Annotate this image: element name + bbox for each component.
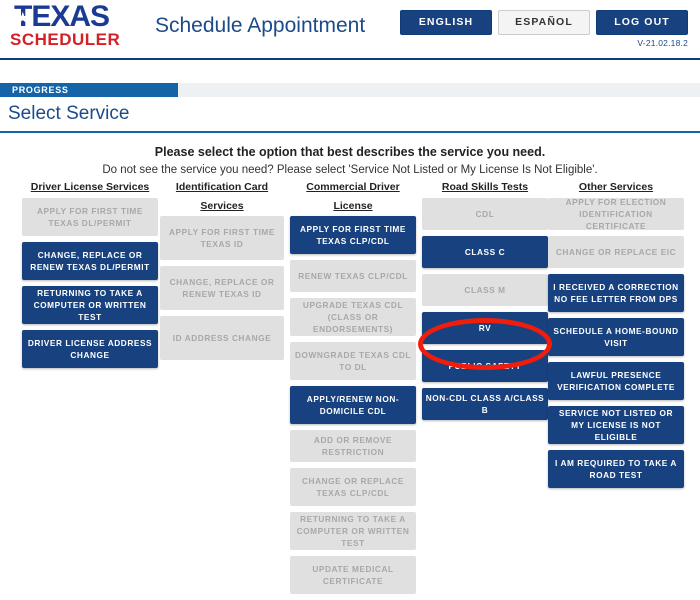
service-button[interactable]: SCHEDULE A HOME-BOUND VISIT	[548, 318, 684, 356]
logo-texas-text: ★ TEXAS	[8, 0, 148, 33]
service-button: CLASS M	[422, 274, 548, 306]
progress-label: PROGRESS	[12, 85, 69, 95]
service-column-commercial-driver-license-services: Commercial Driver LicenseServicesAPPLY F…	[290, 178, 416, 594]
service-button[interactable]: CHANGE, REPLACE OR RENEW TEXAS DL/PERMIT	[22, 242, 158, 280]
service-button[interactable]: PUBLIC SAFETY	[422, 350, 548, 382]
logo-scheduler-label: SCHEDULER	[10, 30, 121, 49]
service-column-other-services: Other Services APPLY FOR ELECTION IDENTIF…	[548, 178, 684, 488]
service-button[interactable]: DRIVER LICENSE ADDRESS CHANGE	[22, 330, 158, 368]
service-button-stack: CDL CLASS C CLASS M RV PUBLIC SAFETY NON-CDL …	[422, 198, 548, 426]
service-button[interactable]: NON-CDL CLASS A/CLASS B	[422, 388, 548, 420]
service-column-road-skills-tests: Road Skills Tests CDL CLASS C CLASS M RV PUBL…	[422, 178, 548, 420]
service-button: CHANGE OR REPLACE TEXAS CLP/CDL	[290, 468, 416, 506]
service-button: UPGRADE TEXAS CDL (CLASS OR ENDORSEMENTS…	[290, 298, 416, 336]
service-button: CHANGE, REPLACE OR RENEW TEXAS ID	[160, 266, 284, 310]
service-button: APPLY FOR FIRST TIME TEXAS ID	[160, 216, 284, 260]
service-button-stack: APPLY FOR FIRST TIME TEXAS ID CHANGE, REP…	[160, 216, 284, 366]
service-button: ADD OR REMOVE RESTRICTION	[290, 430, 416, 462]
service-button[interactable]: APPLY/RENEW NON-DOMICILE CDL	[290, 386, 416, 424]
column-heading: Commercial Driver License	[306, 181, 400, 212]
service-button: RENEW TEXAS CLP/CDL	[290, 260, 416, 292]
english-language-button[interactable]: ENGLISH	[400, 10, 492, 35]
column-heading: Driver License Services	[30, 181, 150, 193]
instructions-primary: Please select the option that best descr…	[154, 145, 546, 159]
service-button: CHANGE OR REPLACE EIC	[548, 236, 684, 268]
instructions-block: Please select the option that best descr…	[0, 133, 700, 176]
service-button: UPDATE MEDICAL CERTIFICATE	[290, 556, 416, 594]
service-button-stack: APPLY FOR FIRST TIME TEXAS CLP/CDL RENEW …	[290, 216, 416, 600]
texas-scheduler-logo: ★ TEXAS SCHEDULER	[8, 0, 148, 53]
service-button[interactable]: RETURNING TO TAKE A COMPUTER OR WRITTEN …	[22, 286, 158, 324]
service-button-stack: APPLY FOR ELECTION IDENTIFICATION CERTIF…	[548, 197, 684, 494]
column-heading: Identification Card	[175, 181, 269, 193]
service-column-identification-card-services: Identification Card Services APPLY FOR FIR…	[160, 178, 284, 360]
service-button: CDL	[422, 198, 548, 230]
column-heading: Road Skills Tests	[441, 181, 529, 193]
app-header: ★ TEXAS SCHEDULER Schedule Appointment E…	[0, 0, 700, 60]
progress-bar: PROGRESS	[0, 83, 700, 97]
service-button[interactable]: APPLY FOR FIRST TIME TEXAS CLP/CDL	[290, 216, 416, 254]
log-out-button[interactable]: LOG OUT	[596, 10, 688, 35]
service-button: ID ADDRESS CHANGE	[160, 316, 284, 360]
column-heading: Other Services	[578, 181, 654, 193]
service-button[interactable]: CLASS C	[422, 236, 548, 268]
star-icon: ★	[17, 10, 29, 25]
service-button: DOWNGRADE TEXAS CDL TO DL	[290, 342, 416, 380]
version-label: V-21.02.18.2	[637, 38, 688, 48]
service-button: APPLY FOR ELECTION IDENTIFICATION CERTIF…	[548, 197, 684, 231]
instructions-secondary: Do not see the service you need? Please …	[102, 164, 598, 176]
service-button: APPLY FOR FIRST TIME TEXAS DL/PERMIT	[22, 198, 158, 236]
service-button[interactable]: LAWFUL PRESENCE VERIFICATION COMPLETE	[548, 362, 684, 400]
service-button: RETURNING TO TAKE A COMPUTER OR WRITTEN …	[290, 512, 416, 550]
service-button[interactable]: I RECEIVED A CORRECTION NO FEE LETTER FR…	[548, 274, 684, 312]
service-button-stack: APPLY FOR FIRST TIME TEXAS DL/PERMIT CHAN…	[22, 198, 158, 374]
service-button[interactable]: I AM REQUIRED TO TAKE A ROAD TEST	[548, 450, 684, 488]
column-heading-line2: Services	[200, 200, 244, 212]
service-column-driver-license-services: Driver License Services APPLY FOR FIRST T…	[22, 178, 158, 368]
page-title: Schedule Appointment	[155, 14, 366, 37]
espanol-language-button[interactable]: ESPAÑOL	[498, 10, 590, 35]
service-button[interactable]: SERVICE NOT LISTED OR MY LICENSE IS NOT …	[548, 406, 684, 444]
service-button[interactable]: RV	[422, 312, 548, 344]
section-title: Select Service	[0, 97, 700, 133]
logo-texas-label: TEXAS	[14, 0, 110, 33]
